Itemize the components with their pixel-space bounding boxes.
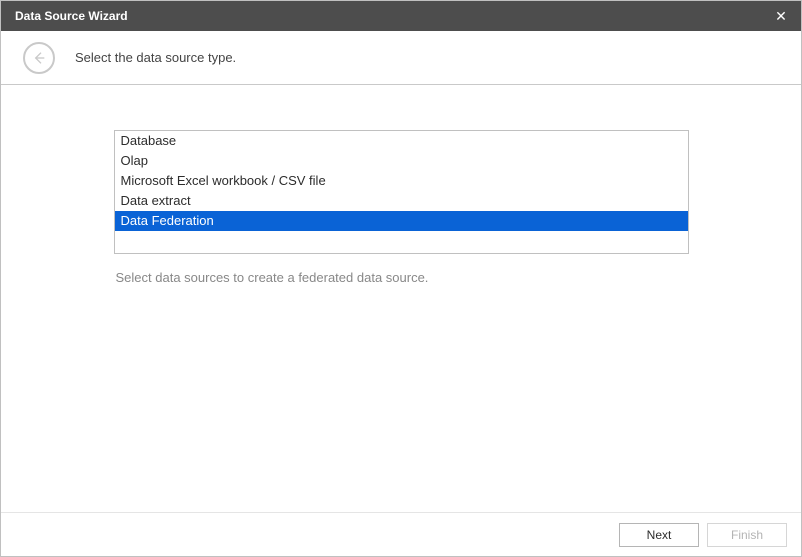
close-icon[interactable]: ✕ bbox=[771, 8, 791, 25]
finish-button: Finish bbox=[707, 523, 787, 547]
button-bar: Next Finish bbox=[1, 512, 801, 556]
titlebar: Data Source Wizard ✕ bbox=[1, 1, 801, 31]
list-item[interactable]: Database bbox=[115, 131, 688, 151]
arrow-left-icon bbox=[31, 50, 47, 66]
list-item[interactable]: Data Federation bbox=[115, 211, 688, 231]
content-area: Database Olap Microsoft Excel workbook /… bbox=[1, 85, 801, 512]
list-item[interactable]: Microsoft Excel workbook / CSV file bbox=[115, 171, 688, 191]
list-item[interactable]: Data extract bbox=[115, 191, 688, 211]
description-text: Select data sources to create a federate… bbox=[114, 270, 689, 285]
next-button[interactable]: Next bbox=[619, 523, 699, 547]
data-source-type-listbox[interactable]: Database Olap Microsoft Excel workbook /… bbox=[114, 130, 689, 254]
header-panel: Select the data source type. bbox=[1, 31, 801, 85]
listbox-empty-space bbox=[115, 231, 688, 253]
back-button[interactable] bbox=[23, 42, 55, 74]
instruction-text: Select the data source type. bbox=[75, 50, 236, 65]
list-item[interactable]: Olap bbox=[115, 151, 688, 171]
window-title: Data Source Wizard bbox=[11, 9, 128, 23]
